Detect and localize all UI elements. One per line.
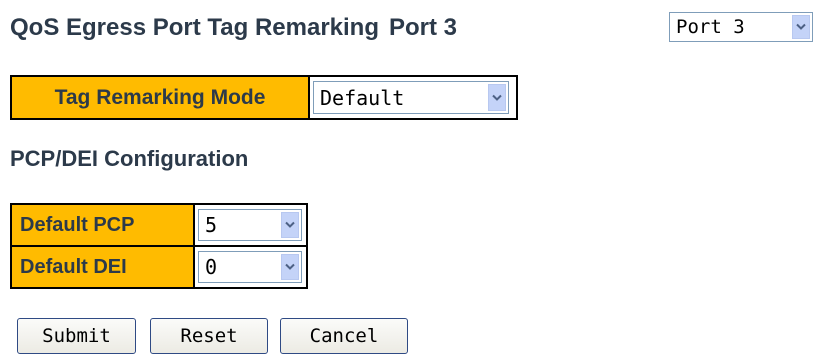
port-select-dropdown-button[interactable] [792,15,810,39]
tag-remarking-mode-select[interactable]: Default [313,81,509,114]
chevron-down-icon [492,94,502,101]
default-pcp-cell: 5 [195,205,306,245]
tag-remarking-mode-dropdown-button[interactable] [488,84,506,111]
chevron-down-icon [285,221,295,228]
default-dei-select[interactable]: 0 [198,251,302,283]
default-pcp-row: Default PCP 5 [12,205,306,245]
reset-button[interactable]: Reset [150,318,268,354]
pcp-dei-table: Default PCP 5 Default DEI 0 [10,203,308,289]
default-pcp-select[interactable]: 5 [198,209,302,241]
default-pcp-value: 5 [205,213,218,237]
default-dei-value: 0 [205,255,218,279]
default-dei-row: Default DEI 0 [12,247,306,287]
port-select[interactable]: Port 3 [669,12,813,42]
port-select-value: Port 3 [676,16,745,38]
default-pcp-label: Default PCP [12,205,195,245]
tag-remarking-mode-label: Tag Remarking Mode [12,77,310,118]
default-pcp-dropdown-button[interactable] [281,212,299,238]
default-dei-label: Default DEI [12,247,195,287]
default-dei-cell: 0 [195,247,306,287]
tag-remarking-mode-table: Tag Remarking Mode Default [10,75,518,120]
page-title: QoS Egress Port Tag Remarking Port 3 [10,14,457,42]
tag-remarking-mode-value: Default [320,85,405,110]
chevron-down-icon [796,23,806,30]
cancel-button[interactable]: Cancel [280,318,408,354]
tag-remarking-mode-cell: Default [310,77,516,118]
submit-button[interactable]: Submit [17,318,136,354]
pcp-dei-section-title: PCP/DEI Configuration [10,146,249,171]
page-title-text: QoS Egress Port Tag Remarking [10,14,379,41]
chevron-down-icon [285,263,295,270]
default-dei-dropdown-button[interactable] [281,254,299,280]
page-title-port: Port 3 [389,14,458,41]
